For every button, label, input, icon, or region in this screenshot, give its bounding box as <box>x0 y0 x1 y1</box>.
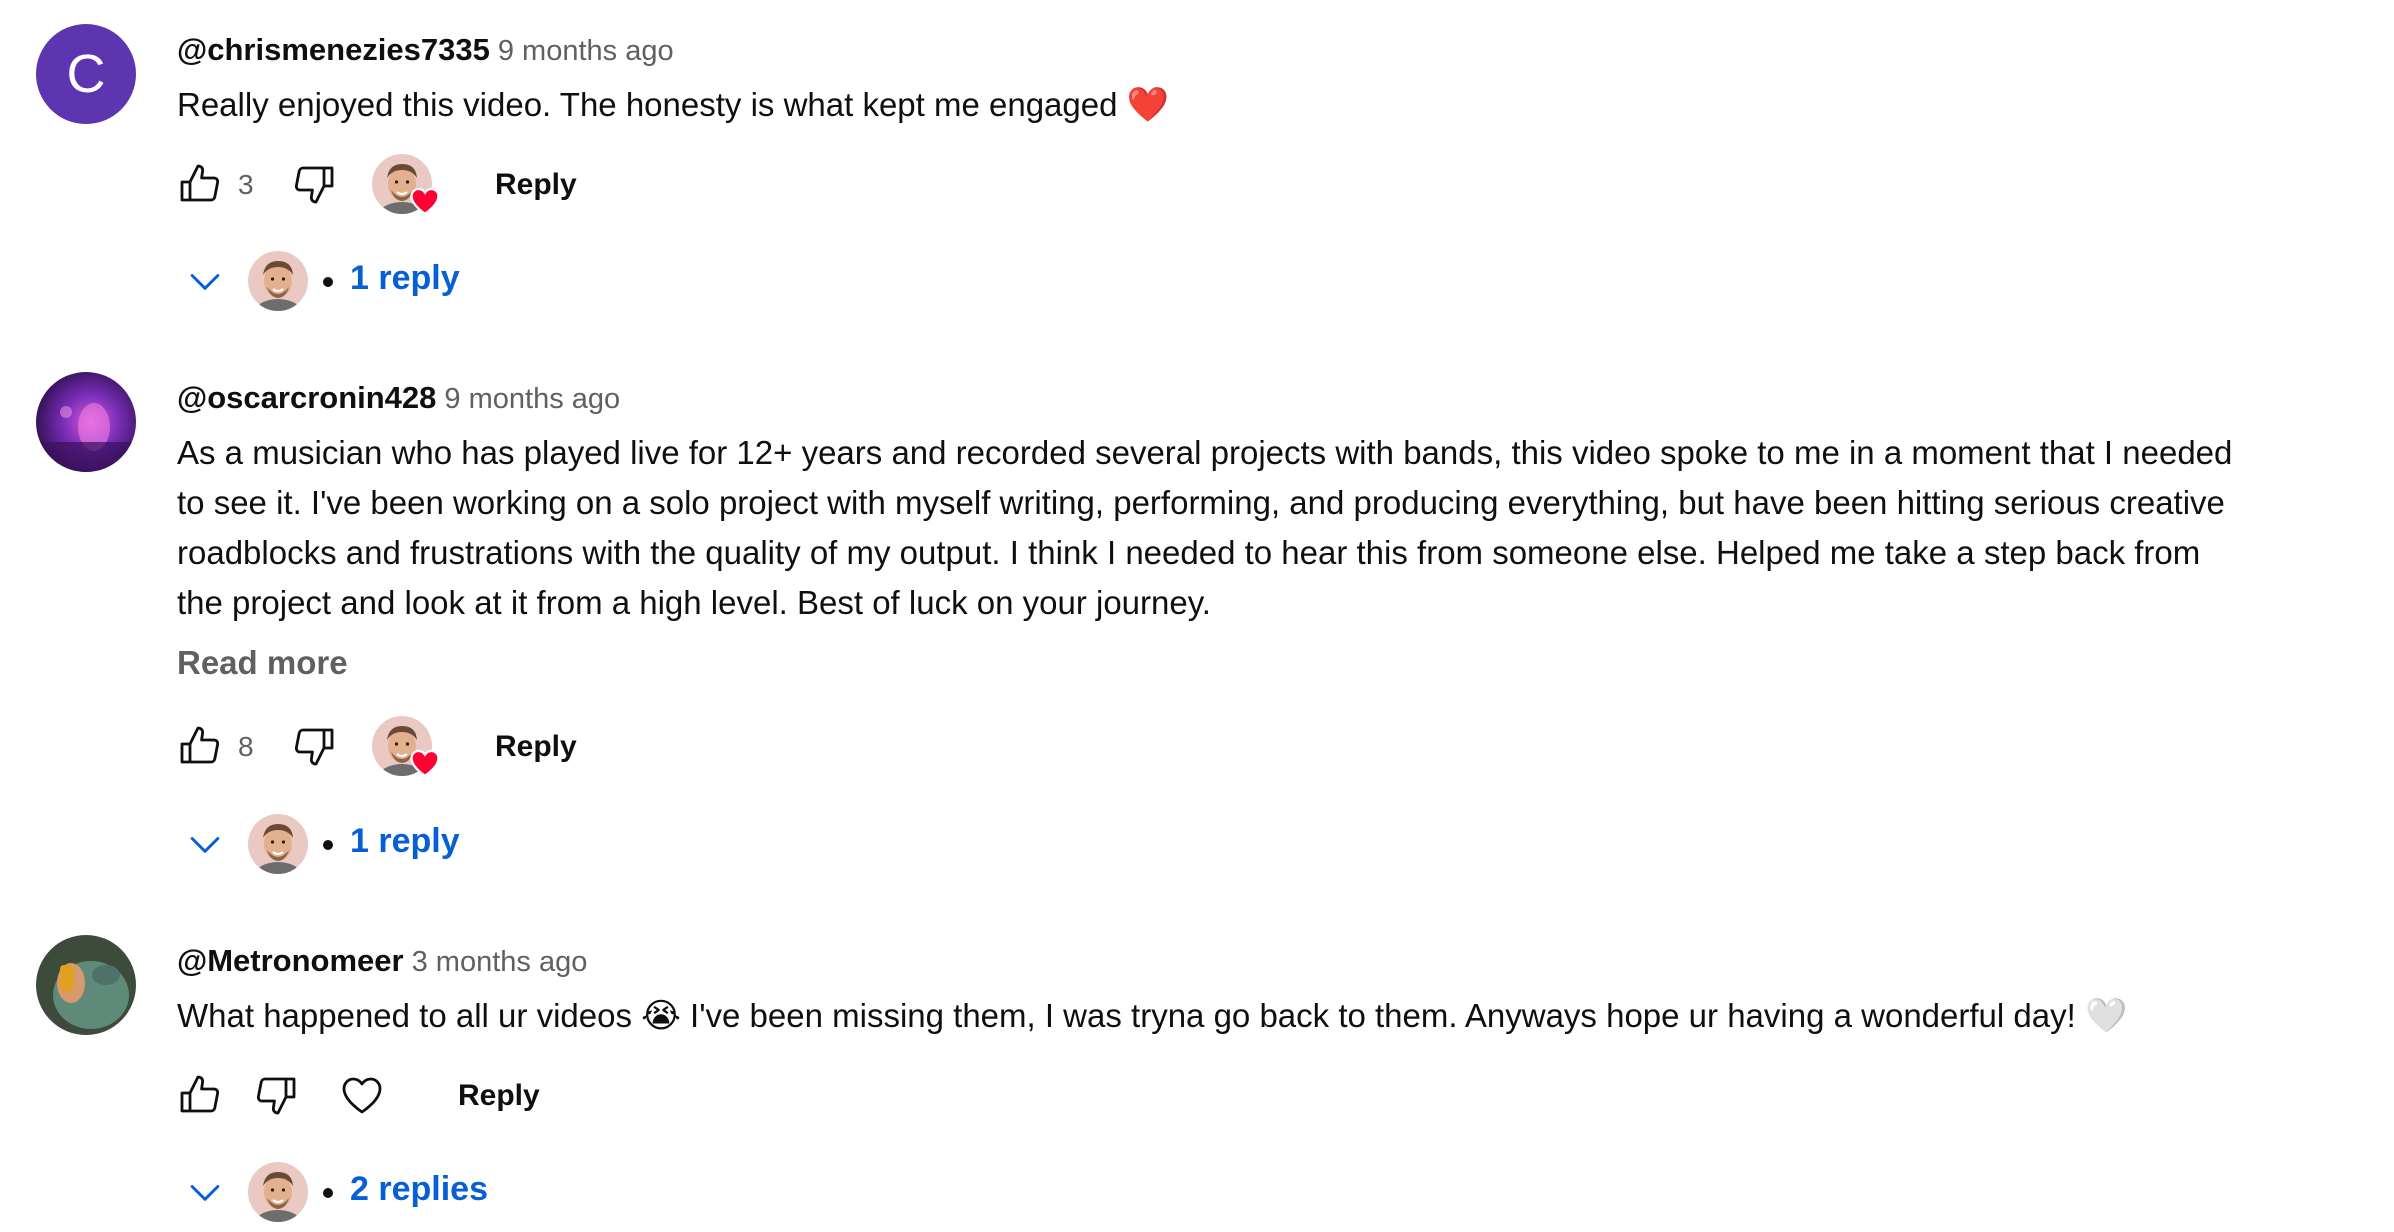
white-heart-emoji: 🤍 <box>2084 996 2128 1036</box>
like-button[interactable] <box>172 1067 228 1123</box>
avatar[interactable] <box>36 372 136 472</box>
thumbs-up-icon <box>176 722 224 770</box>
comment-header: @chrismenezies7335 9 months ago <box>177 32 674 68</box>
dislike-button[interactable] <box>248 1067 304 1123</box>
like-count: 8 <box>238 731 254 762</box>
heart-outline-icon <box>338 1071 386 1119</box>
thumbs-up-icon <box>176 1071 224 1119</box>
reply-author-avatar <box>248 1162 308 1222</box>
chevron-down-icon <box>180 1170 230 1214</box>
like-count: 3 <box>238 169 254 200</box>
heart-emoji: ❤️ <box>1126 85 1169 125</box>
comment-line: to see it. I've been working on a solo p… <box>177 484 2225 521</box>
comment-line: Really enjoyed this video. The honesty i… <box>177 86 1118 123</box>
author-name[interactable]: @chrismenezies7335 <box>177 32 490 67</box>
chevron-down-icon <box>180 822 230 866</box>
like-button[interactable] <box>172 156 228 212</box>
creator-heart-button[interactable] <box>334 1067 390 1123</box>
comment-line: the project and look at it from a high l… <box>177 584 1211 621</box>
author-name[interactable]: @oscarcronin428 <box>177 380 436 415</box>
avatar-image <box>36 935 136 1035</box>
comment-text: What happened to all ur videos 😭 I've be… <box>177 991 2377 1041</box>
comment-line: roadblocks and frustrations with the qua… <box>177 534 2201 571</box>
separator-dot <box>323 840 333 850</box>
separator-dot <box>323 277 333 287</box>
reply-author-avatar <box>248 814 308 874</box>
timestamp[interactable]: 9 months ago <box>444 383 620 415</box>
thumbs-down-icon <box>290 160 338 208</box>
creator-heart-badge <box>372 154 442 224</box>
comment-text: As a musician who has played live for 12… <box>177 428 2377 628</box>
like-button[interactable] <box>172 718 228 774</box>
dislike-button[interactable] <box>286 156 342 212</box>
crying-emoji: 😭 <box>641 996 681 1036</box>
comment-text-part: I've been missing them, I was tryna go b… <box>690 997 2076 1034</box>
read-more-button[interactable]: Read more <box>177 644 348 682</box>
red-heart-icon <box>408 746 442 780</box>
reply-button[interactable]: Reply <box>458 1079 540 1113</box>
thumbs-down-icon <box>252 1071 300 1119</box>
separator-dot <box>323 1188 333 1198</box>
thumbs-down-icon <box>290 722 338 770</box>
author-name[interactable]: @Metronomeer <box>177 943 404 978</box>
chevron-down-icon <box>180 259 230 303</box>
comment-header: @oscarcronin428 9 months ago <box>177 380 620 416</box>
view-replies-link[interactable]: 1 reply <box>350 259 460 298</box>
view-replies-link[interactable]: 2 replies <box>350 1170 488 1209</box>
avatar-image <box>36 372 136 472</box>
timestamp[interactable]: 9 months ago <box>498 35 674 67</box>
reply-author-avatar <box>248 251 308 311</box>
comment-text: Really enjoyed this video. The honesty i… <box>177 80 2377 130</box>
comment-text-part: What happened to all ur videos <box>177 997 632 1034</box>
comment-header: @Metronomeer 3 months ago <box>177 943 587 979</box>
comment-line: As a musician who has played live for 12… <box>177 434 2233 471</box>
view-replies-link[interactable]: 1 reply <box>350 822 460 861</box>
dislike-button[interactable] <box>286 718 342 774</box>
avatar[interactable] <box>36 935 136 1035</box>
avatar[interactable]: C <box>36 24 136 124</box>
reply-button[interactable]: Reply <box>495 730 577 764</box>
reply-button[interactable]: Reply <box>495 168 577 202</box>
thumbs-up-icon <box>176 160 224 208</box>
timestamp[interactable]: 3 months ago <box>412 946 588 978</box>
red-heart-icon <box>408 184 442 218</box>
creator-heart-badge <box>372 716 442 786</box>
